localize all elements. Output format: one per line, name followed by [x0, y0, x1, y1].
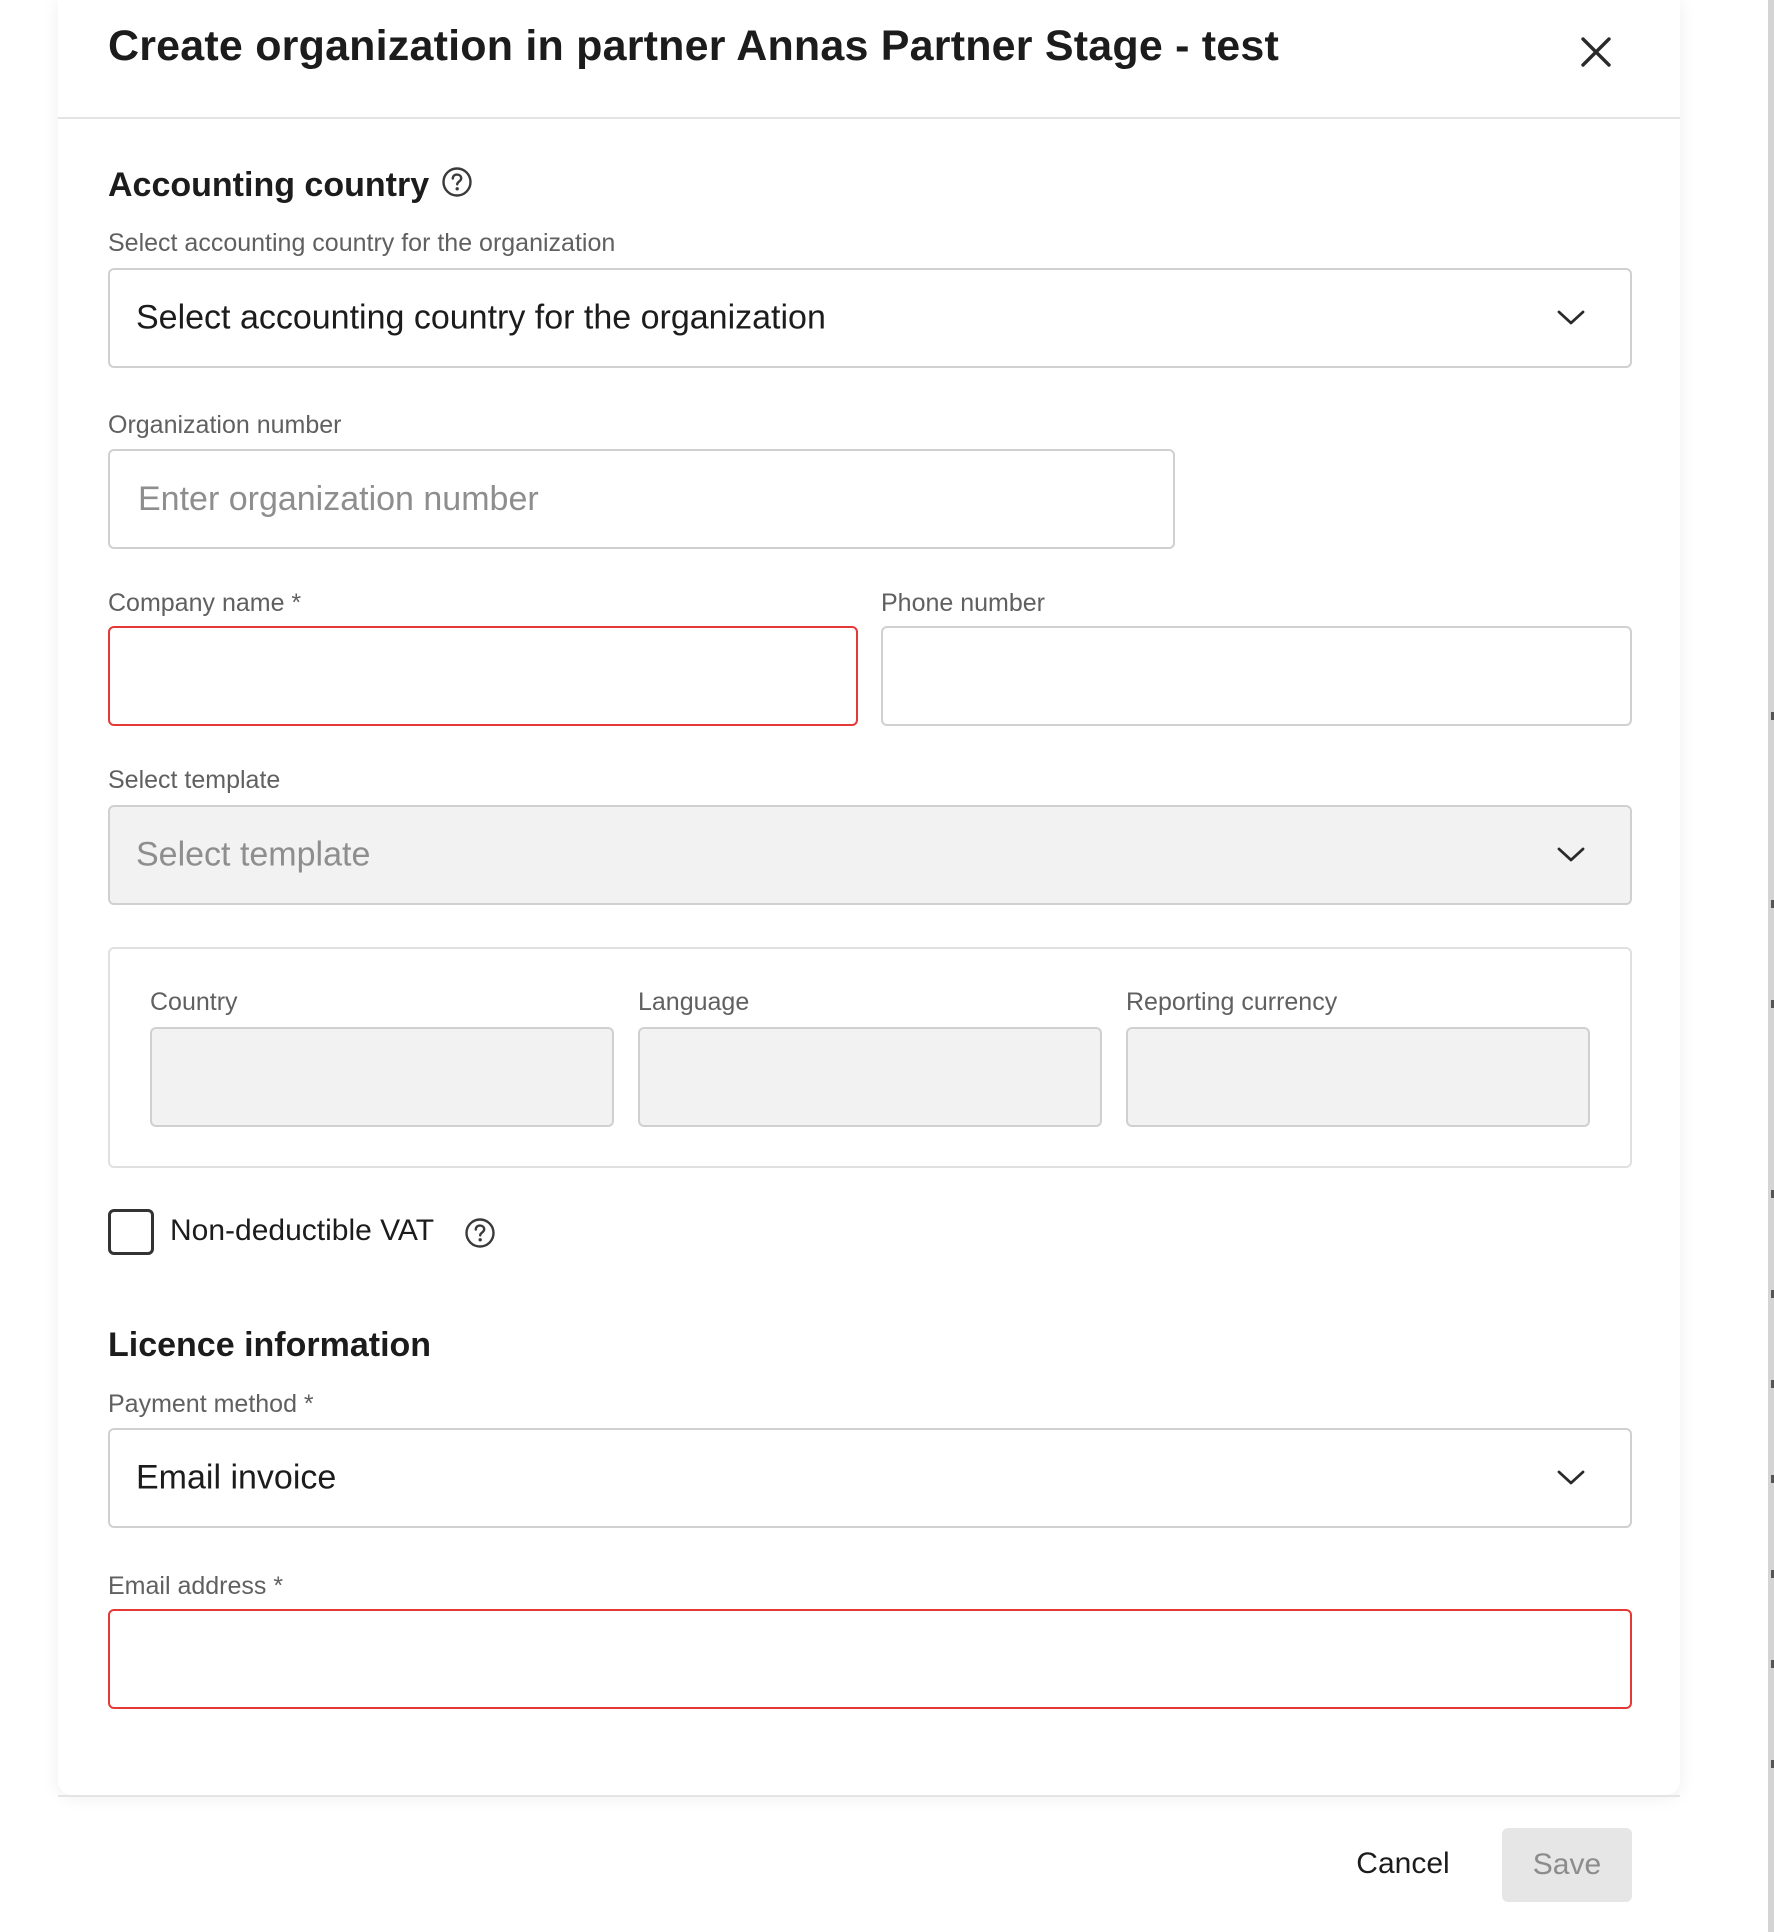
licence-information-heading: Licence information [108, 1326, 432, 1364]
chevron-down-icon [1557, 847, 1585, 862]
template-details-panel: Country Language Reporting currency [108, 947, 1632, 1168]
background-tick [1766, 712, 1774, 720]
background-tick [1766, 1475, 1774, 1483]
reporting-currency-label: Reporting currency [1126, 988, 1338, 1016]
phone-number-label: Phone number [881, 589, 1046, 617]
accounting-country-label: Select accounting country for the organi… [108, 229, 616, 257]
non-deductible-vat-checkbox[interactable] [108, 1209, 154, 1255]
phone-number-input[interactable] [883, 628, 1630, 724]
help-circle-icon[interactable] [441, 166, 473, 198]
background-page-edge [1680, 0, 1774, 1932]
save-button[interactable]: Save [1502, 1828, 1632, 1902]
help-circle-icon[interactable] [464, 1217, 496, 1249]
background-tick [1766, 1290, 1774, 1298]
company-name-field[interactable] [108, 626, 858, 726]
accounting-country-value: Select accounting country for the organi… [136, 298, 826, 337]
payment-method-value: Email invoice [136, 1458, 337, 1497]
country-field [150, 1027, 614, 1127]
background-tick [1766, 1000, 1774, 1008]
payment-method-label: Payment method * [108, 1390, 314, 1418]
language-label: Language [638, 988, 750, 1016]
dialog-title: Create organization in partner Annas Par… [108, 22, 1280, 70]
email-address-label: Email address * [108, 1572, 284, 1600]
background-tick [1766, 1660, 1774, 1668]
background-tick [1766, 1190, 1774, 1198]
company-name-label: Company name * [108, 589, 302, 617]
template-select[interactable]: Select template [108, 805, 1632, 905]
phone-number-field[interactable] [881, 626, 1632, 726]
email-address-field[interactable] [108, 1609, 1632, 1709]
dialog-header: Create organization in partner Annas Par… [58, 0, 1680, 119]
background-tick [1766, 1760, 1774, 1768]
template-label: Select template [108, 766, 281, 794]
close-icon [1581, 37, 1611, 67]
accounting-country-heading: Accounting country [108, 166, 430, 204]
background-tick [1766, 1380, 1774, 1388]
reporting-currency-field [1126, 1027, 1590, 1127]
organization-number-label: Organization number [108, 411, 342, 439]
non-deductible-vat-label: Non-deductible VAT [170, 1214, 435, 1247]
accounting-country-select[interactable]: Select accounting country for the organi… [108, 268, 1632, 368]
country-label: Country [150, 988, 238, 1016]
close-button[interactable] [1568, 24, 1624, 80]
footer-divider [58, 1795, 1680, 1797]
chevron-down-icon [1557, 1470, 1585, 1485]
create-organization-dialog: Create organization in partner Annas Par… [58, 0, 1680, 1795]
background-scroll-edge [1768, 0, 1774, 1932]
cancel-button[interactable]: Cancel [1328, 1830, 1478, 1898]
organization-number-input[interactable] [110, 451, 1173, 547]
template-placeholder: Select template [136, 835, 371, 874]
payment-method-select[interactable]: Email invoice [108, 1428, 1632, 1528]
background-tick [1766, 900, 1774, 908]
company-name-input[interactable] [110, 628, 856, 724]
email-address-input[interactable] [110, 1611, 1630, 1707]
language-field [638, 1027, 1102, 1127]
chevron-down-icon [1557, 310, 1585, 325]
background-tick [1766, 1570, 1774, 1578]
organization-number-field[interactable] [108, 449, 1175, 549]
